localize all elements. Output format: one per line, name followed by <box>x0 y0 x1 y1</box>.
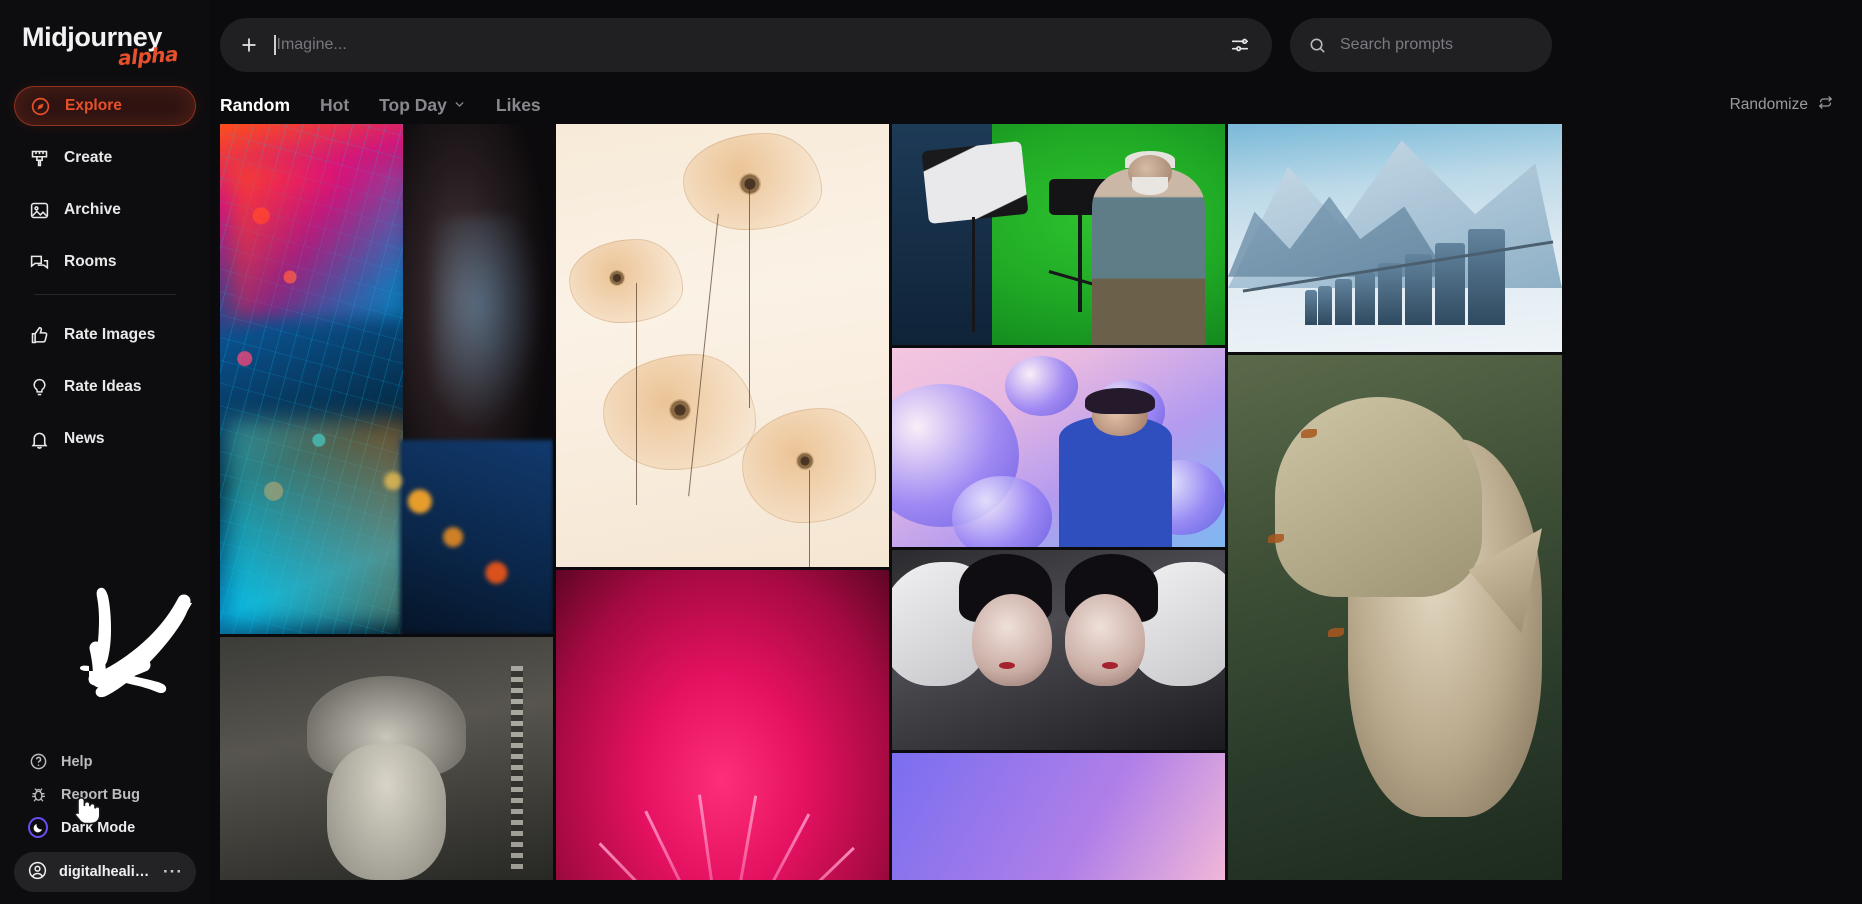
randomize-label: Randomize <box>1729 96 1808 113</box>
gallery-column <box>556 124 889 880</box>
prompt-input[interactable]: Imagine... <box>274 30 1214 60</box>
user-circle-icon <box>27 860 48 885</box>
brand-name: Midjourney <box>22 22 163 52</box>
gallery-column <box>220 124 553 880</box>
bell-icon <box>28 428 50 450</box>
sidebar-item-rate-images[interactable]: Rate Images <box>14 315 196 355</box>
sidebar-item-label: Dark Mode <box>61 819 136 836</box>
gallery-item-twin-angel-faces[interactable] <box>892 550 1225 750</box>
sidebar-item-label: Report Bug <box>61 786 140 803</box>
midjourney-app: Midjourney alpha Explore Create Archive … <box>0 0 1862 904</box>
sidebar-item-label: News <box>64 430 105 447</box>
sidebar-item-news[interactable]: News <box>14 419 196 459</box>
sidebar-divider <box>34 294 176 295</box>
gallery-tabs: Random Hot Top Day Likes Randomize <box>210 78 1862 124</box>
account-menu-icon[interactable]: ··· <box>163 863 183 880</box>
bug-icon <box>28 785 48 805</box>
search-bar[interactable]: Search prompts <box>1290 18 1552 72</box>
prompt-bar[interactable]: Imagine... <box>220 18 1272 72</box>
gallery-item-pink-feather-bloom[interactable] <box>556 570 889 880</box>
sidebar-item-label: Explore <box>65 97 122 114</box>
tab-hot[interactable]: Hot <box>320 95 349 116</box>
sidebar-item-explore[interactable]: Explore <box>14 86 196 126</box>
gallery-column <box>1228 124 1562 880</box>
randomize-button[interactable]: Randomize <box>1730 94 1842 116</box>
brand-logo[interactable]: Midjourney alpha <box>0 0 210 86</box>
sidebar-item-label: Rate Images <box>64 326 156 343</box>
gallery-item-trader-data-visualization[interactable] <box>220 124 553 634</box>
chevron-down-icon <box>453 95 466 116</box>
sidebar-bottom-navigation: Help Report Bug Dark Mode digitalheali… … <box>0 745 210 904</box>
sliders-icon[interactable] <box>1228 33 1252 57</box>
top-bar: Imagine... Search prompts <box>210 0 1862 78</box>
text-caret <box>274 35 276 55</box>
main-content: Imagine... Search prompts Random Hot Top… <box>210 0 1862 904</box>
gallery-item-boy-with-bubbles[interactable] <box>892 348 1225 548</box>
account-name: digitalheali… <box>59 864 150 880</box>
chat-bubbles-icon <box>28 251 50 273</box>
sidebar-item-help[interactable]: Help <box>14 745 196 778</box>
tab-top-day[interactable]: Top Day <box>379 95 466 116</box>
question-circle-icon <box>28 752 48 772</box>
gallery-item-elf-warrior-portrait[interactable] <box>1228 355 1562 880</box>
thumbs-up-icon <box>28 324 50 346</box>
sidebar-item-rooms[interactable]: Rooms <box>14 242 196 282</box>
sidebar-item-report-bug[interactable]: Report Bug <box>14 778 196 811</box>
sidebar-item-archive[interactable]: Archive <box>14 190 196 230</box>
sidebar: Midjourney alpha Explore Create Archive … <box>0 0 210 904</box>
tab-label: Random <box>220 94 290 115</box>
plus-icon[interactable] <box>238 34 260 56</box>
search-input[interactable]: Search prompts <box>1340 36 1453 54</box>
brush-icon <box>28 147 50 169</box>
tab-random[interactable]: Random <box>220 95 290 116</box>
account-chip[interactable]: digitalheali… ··· <box>14 852 196 892</box>
tab-likes[interactable]: Likes <box>496 95 541 116</box>
compass-icon <box>29 95 51 117</box>
sidebar-item-label: Rooms <box>64 253 117 270</box>
tab-label: Hot <box>320 94 350 115</box>
sidebar-item-label: Archive <box>64 201 121 218</box>
gallery-column <box>892 124 1225 880</box>
tab-label: Likes <box>495 94 541 115</box>
brand-alpha-tag: alpha <box>117 41 179 71</box>
sidebar-item-dark-mode[interactable]: Dark Mode <box>14 811 196 844</box>
image-icon <box>28 199 50 221</box>
prompt-placeholder: Imagine... <box>276 36 347 53</box>
search-icon <box>1308 35 1328 55</box>
sidebar-item-label: Rate Ideas <box>64 378 142 395</box>
moon-icon <box>28 817 48 838</box>
gallery-item-black-white-portrait[interactable] <box>220 637 553 880</box>
gallery-item-beige-watercolor-flowers[interactable] <box>556 124 889 567</box>
gallery-item-green-screen-studio-elder[interactable] <box>892 124 1225 346</box>
gallery-item-snow-knights-painting[interactable] <box>1228 124 1562 352</box>
sidebar-item-label: Create <box>64 149 113 166</box>
sidebar-item-label: Help <box>61 753 93 770</box>
primary-navigation: Explore Create Archive Rooms Rate Images… <box>0 86 210 459</box>
sidebar-item-rate-ideas[interactable]: Rate Ideas <box>14 367 196 407</box>
image-gallery-grid <box>210 124 1755 880</box>
refresh-icon <box>1817 94 1834 116</box>
sidebar-item-create[interactable]: Create <box>14 138 196 178</box>
lightbulb-icon <box>28 376 50 398</box>
tab-label: Top Day <box>379 94 447 115</box>
gallery-item-purple-gradient-strip[interactable] <box>892 752 1225 880</box>
